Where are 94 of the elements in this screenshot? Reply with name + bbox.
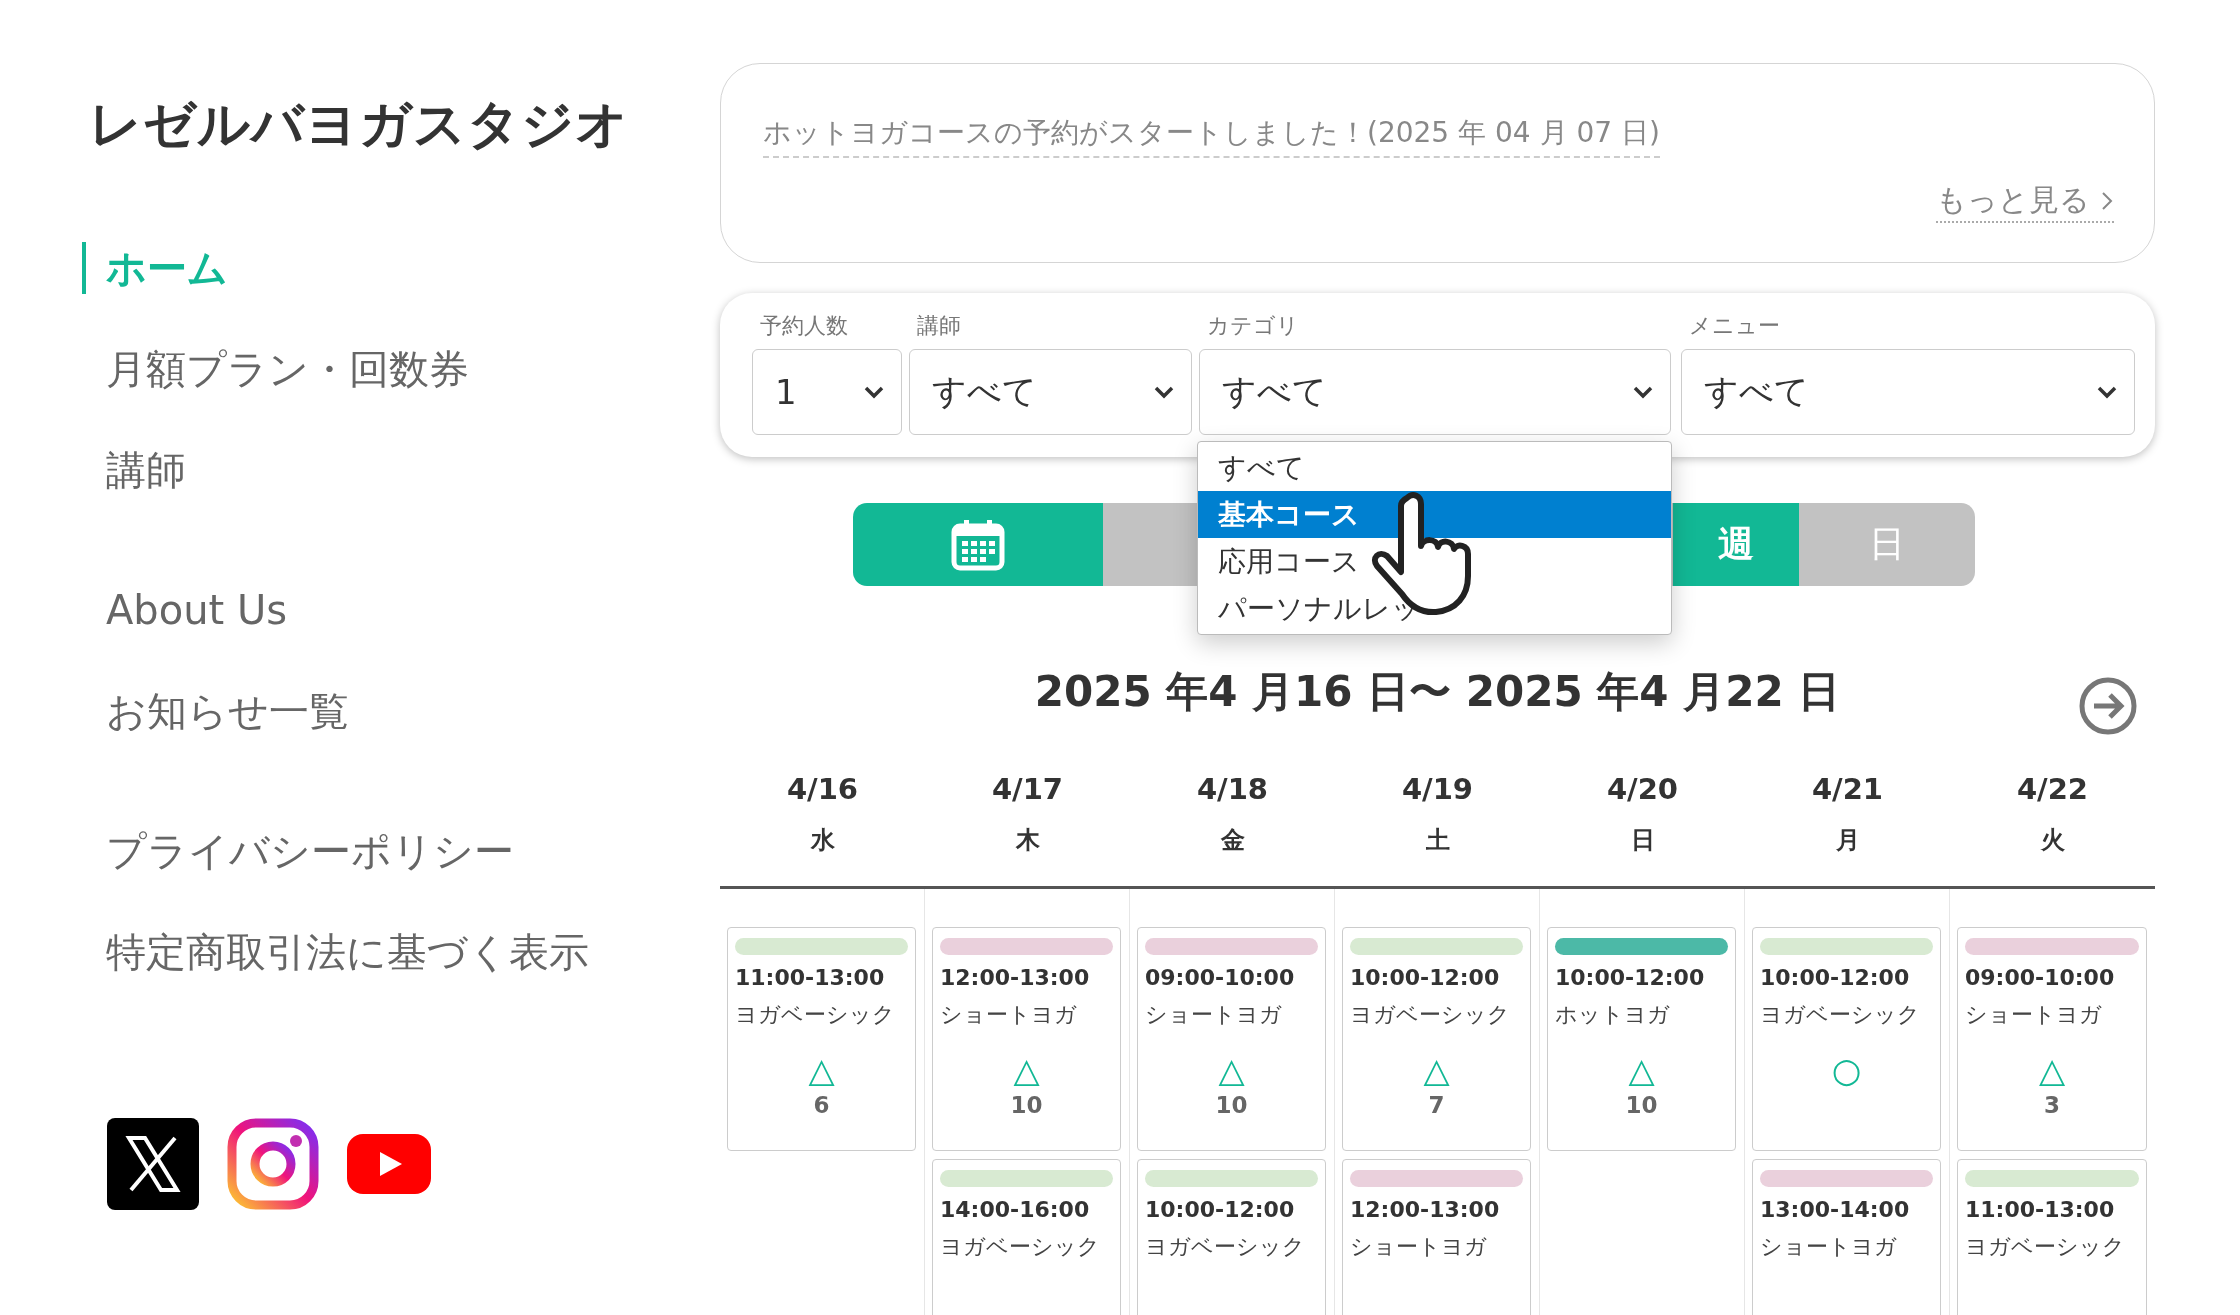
chevron-down-icon — [863, 385, 885, 399]
session-card[interactable]: 12:00-13:00 ショートヨガ — [1342, 1159, 1531, 1315]
session-card[interactable]: 11:00-13:00 ヨガベーシック △ 6 — [727, 927, 916, 1151]
seat-count: 7 — [1427, 1092, 1446, 1118]
availability-symbol: △ — [2037, 1052, 2067, 1088]
availability-symbol: △ — [1422, 1052, 1451, 1088]
session-name: ヨガベーシック — [1760, 1001, 1921, 1029]
session-card[interactable]: 12:00-13:00 ショートヨガ △ 10 — [932, 927, 1121, 1151]
session-card[interactable]: 10:00-12:00 ヨガベーシック △ 7 — [1342, 927, 1531, 1151]
camera-logo-icon[interactable] — [227, 1118, 319, 1210]
chevron-down-icon — [1153, 385, 1175, 399]
nav-link[interactable]: プライバシーポリシー — [82, 825, 720, 877]
nav-link[interactable]: お知らせ一覧 — [82, 685, 720, 737]
chevron-down-icon — [1632, 385, 1654, 399]
session-time: 14:00-16:00 — [940, 1197, 1091, 1222]
filter-label: 講師 — [916, 312, 962, 340]
session-name: ヨガベーシック — [735, 1001, 896, 1029]
day-weekday: 木 — [1015, 825, 1040, 856]
select-field[interactable]: すべて — [909, 349, 1192, 435]
news-link[interactable]: ホットヨガコースの予約がスタートしました！(2025 年 04 月 07 日) — [763, 114, 1660, 158]
calendar-button[interactable] — [853, 503, 1103, 586]
day-date: 4/19 — [1401, 772, 1474, 806]
seat-count: 6 — [812, 1092, 831, 1118]
date-range-heading: 2025 年4 月16 日〜 2025 年4 月22 日 — [1034, 666, 1841, 718]
session-time: 10:00-12:00 — [1145, 1197, 1296, 1222]
session-name: ヨガベーシック — [1145, 1233, 1306, 1261]
session-name: ヨガベーシック — [1350, 1001, 1511, 1029]
session-name: ショートヨガ — [1145, 1001, 1283, 1029]
play-logo-icon[interactable] — [347, 1134, 431, 1194]
session-card[interactable]: 13:00-14:00 ショートヨガ — [1752, 1159, 1941, 1315]
session-time: 10:00-12:00 — [1350, 965, 1501, 990]
session-time: 10:00-12:00 — [1555, 965, 1706, 990]
availability-symbol: △ — [807, 1052, 836, 1088]
session-time: 10:00-12:00 — [1760, 965, 1911, 990]
day-weekday: 日 — [1630, 825, 1655, 856]
seat-count: 10 — [1624, 1092, 1659, 1118]
day-weekday: 水 — [810, 825, 835, 856]
nav-link[interactable]: 特定商取引法に基づく表示 — [82, 926, 720, 978]
session-name: ショートヨガ — [940, 1001, 1078, 1029]
session-card[interactable]: 10:00-12:00 ヨガベーシック ○ — [1752, 927, 1941, 1151]
select-field[interactable]: すべて — [1199, 349, 1671, 435]
day-weekday: 土 — [1425, 825, 1450, 856]
select-field[interactable]: 1 — [752, 349, 902, 435]
availability-symbol: △ — [1012, 1052, 1041, 1088]
availability-symbol: △ — [1217, 1052, 1246, 1088]
nav-link[interactable]: About Us — [82, 584, 720, 636]
day-weekday: 火 — [2040, 825, 2065, 856]
session-name: ショートヨガ — [1965, 1001, 2103, 1029]
day-weekday: 月 — [1835, 825, 1860, 856]
filter-label: 予約人数 — [759, 312, 849, 340]
seat-count: 10 — [1009, 1092, 1044, 1118]
chevron-right-icon — [2100, 189, 2114, 212]
dropdown-option[interactable]: すべて — [1198, 444, 1671, 491]
more-link[interactable]: もっと見る — [1936, 180, 2114, 223]
session-name: ショートヨガ — [1350, 1233, 1488, 1261]
filter-label: メニュー — [1688, 312, 1781, 340]
session-name: ホットヨガ — [1555, 1001, 1671, 1029]
day-date: 4/18 — [1196, 772, 1269, 806]
nav-link[interactable]: 講師 — [82, 444, 720, 496]
dropdown-option[interactable]: 応用コース — [1198, 538, 1671, 585]
nav-link[interactable]: 月額プラン・回数券 — [82, 343, 720, 395]
session-card[interactable]: 11:00-13:00 ヨガベーシック — [1957, 1159, 2147, 1315]
session-time: 12:00-13:00 — [1350, 1197, 1501, 1222]
session-name: ヨガベーシック — [1965, 1233, 2126, 1261]
filter-label: カテゴリ — [1206, 312, 1300, 340]
calendar-icon — [951, 518, 1005, 571]
session-time: 11:00-13:00 — [735, 965, 886, 990]
day-weekday: 金 — [1220, 825, 1245, 856]
session-name: ショートヨガ — [1760, 1233, 1898, 1261]
session-card[interactable]: 09:00-10:00 ショートヨガ △ 10 — [1137, 927, 1326, 1151]
day-date: 4/22 — [2016, 772, 2089, 806]
session-time: 13:00-14:00 — [1760, 1197, 1911, 1222]
session-time: 12:00-13:00 — [940, 965, 1091, 990]
session-card[interactable]: 10:00-12:00 ホットヨガ △ 10 — [1547, 927, 1736, 1151]
availability-symbol: △ — [1627, 1052, 1656, 1088]
day-date: 4/16 — [786, 772, 859, 806]
seat-count: 3 — [2043, 1092, 2061, 1118]
dropdown-option[interactable]: 基本コース — [1198, 491, 1671, 538]
availability-symbol: ○ — [1830, 1052, 1863, 1088]
chevron-down-icon — [2096, 385, 2118, 399]
session-name: ヨガベーシック — [940, 1233, 1101, 1261]
day-date: 4/20 — [1606, 772, 1679, 806]
select-field[interactable]: すべて — [1681, 349, 2135, 435]
day-date: 4/21 — [1811, 772, 1884, 806]
session-time: 09:00-10:00 — [1965, 965, 2116, 990]
session-time: 11:00-13:00 — [1965, 1197, 2116, 1222]
seat-count: 10 — [1214, 1092, 1249, 1118]
session-card[interactable]: 09:00-10:00 ショートヨガ △ 3 — [1957, 927, 2147, 1151]
x-logo-icon[interactable] — [107, 1118, 199, 1210]
day-date: 4/17 — [991, 772, 1064, 806]
session-time: 09:00-10:00 — [1145, 965, 1296, 990]
site-logo[interactable]: レゼルバヨガスタジオ — [89, 90, 720, 160]
session-card[interactable]: 10:00-12:00 ヨガベーシック — [1137, 1159, 1326, 1315]
session-card[interactable]: 14:00-16:00 ヨガベーシック — [932, 1159, 1121, 1315]
